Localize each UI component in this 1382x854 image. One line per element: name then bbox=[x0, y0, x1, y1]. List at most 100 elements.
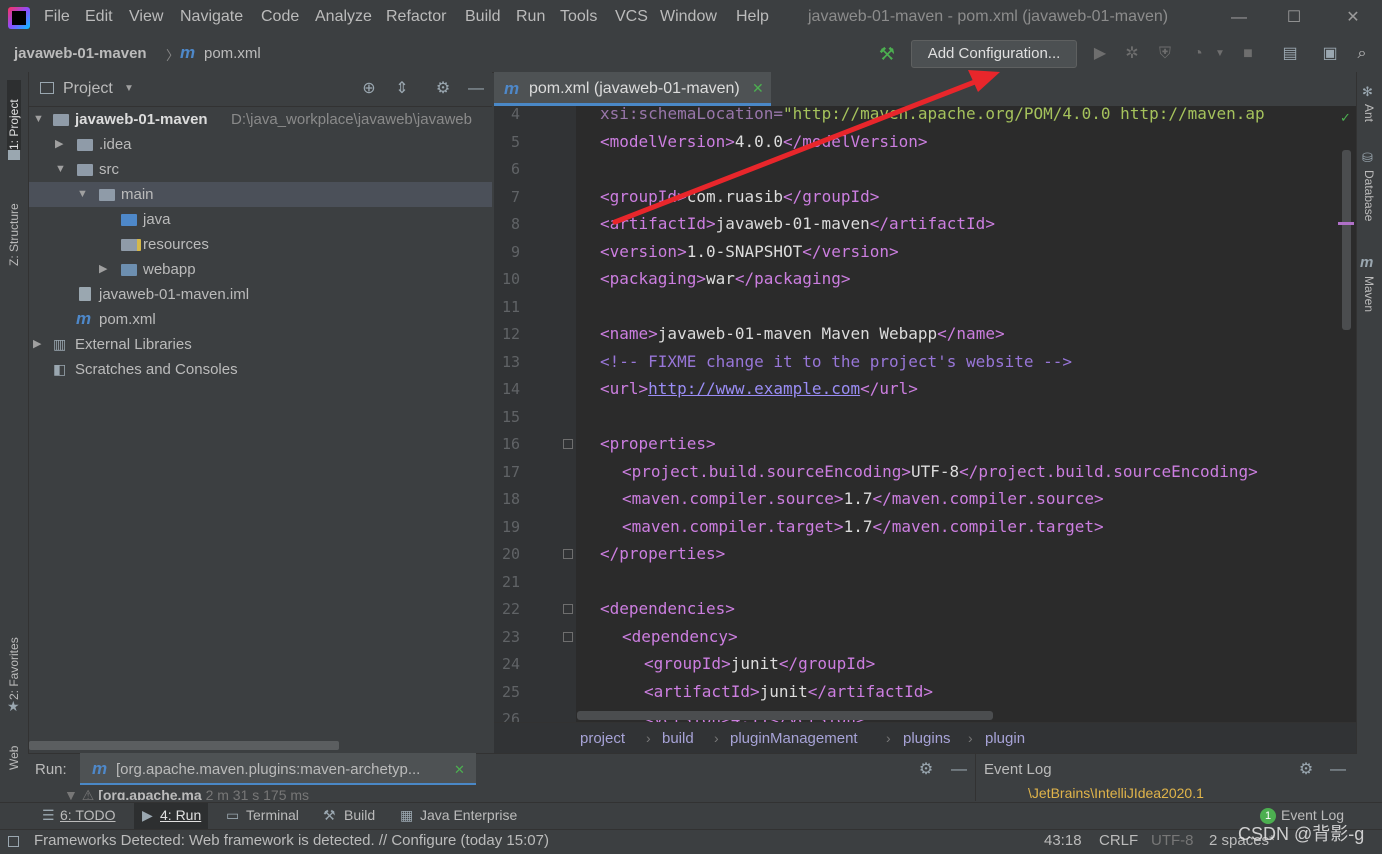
run-tab-label: [org.apache.maven.plugins:maven-archetyp… bbox=[116, 761, 421, 778]
menu-vcs[interactable]: VCS bbox=[615, 8, 648, 26]
collapse-all-icon[interactable]: ⇕ bbox=[392, 79, 412, 99]
vertical-scrollbar[interactable] bbox=[1342, 150, 1351, 330]
crumb-plugin[interactable]: plugin bbox=[985, 730, 1025, 747]
fold-marker-icon[interactable] bbox=[563, 549, 573, 559]
fold-marker-icon[interactable] bbox=[563, 632, 573, 642]
build-hammer-icon[interactable]: ⚒ bbox=[877, 44, 897, 64]
close-window-icon[interactable]: ✕ bbox=[1341, 6, 1365, 30]
tool-window-favorites[interactable]: 2: Favorites bbox=[7, 620, 21, 700]
tree-item-root[interactable]: ▼ javaweb-01-maven D:\java_workplace\jav… bbox=[29, 107, 492, 132]
run-anything-icon[interactable]: ▣ bbox=[1320, 44, 1340, 64]
hide-panel-icon[interactable]: — bbox=[466, 79, 486, 99]
minimize-icon[interactable]: — bbox=[1227, 6, 1251, 30]
hide-run-icon[interactable]: — bbox=[949, 760, 969, 780]
debug-icon[interactable]: ✲ bbox=[1122, 44, 1142, 64]
horizontal-scrollbar[interactable] bbox=[29, 741, 339, 750]
tree-item-external-libraries[interactable]: ▶ ▥ External Libraries bbox=[29, 332, 492, 357]
close-run-tab-icon[interactable]: ✕ bbox=[454, 762, 465, 778]
collapsed-arrow-icon[interactable]: ▶ bbox=[55, 132, 63, 157]
caret-position[interactable]: 43:18 bbox=[1044, 832, 1082, 849]
menu-help[interactable]: Help bbox=[736, 8, 769, 26]
code-line-22: <dependencies> bbox=[600, 599, 735, 618]
tree-item-pom[interactable]: m pom.xml bbox=[29, 307, 492, 332]
example-url-link[interactable]: http://www.example.com bbox=[648, 379, 860, 398]
line-number: 7 bbox=[510, 188, 520, 206]
project-structure-icon[interactable]: ▤ bbox=[1280, 44, 1300, 64]
tool-window-structure[interactable]: Z: Structure bbox=[7, 186, 21, 266]
tool-window-java-enterprise[interactable]: Java Enterprise bbox=[420, 807, 517, 823]
tool-window-project[interactable]: 1: Project bbox=[7, 80, 21, 150]
menu-analyze[interactable]: Analyze bbox=[315, 8, 372, 26]
status-message[interactable]: Frameworks Detected: Web framework is de… bbox=[34, 832, 549, 849]
run-icon[interactable]: ▶ bbox=[1090, 44, 1110, 64]
breadcrumb-file[interactable]: pom.xml bbox=[204, 45, 261, 62]
tool-window-maven[interactable]: Maven bbox=[1362, 276, 1376, 320]
menu-refactor[interactable]: Refactor bbox=[386, 8, 446, 26]
line-separator[interactable]: CRLF bbox=[1099, 832, 1138, 849]
tree-item-resources[interactable]: resources bbox=[29, 232, 492, 257]
maximize-icon[interactable]: ☐ bbox=[1282, 6, 1306, 30]
tree-item-scratches[interactable]: ◧ Scratches and Consoles bbox=[29, 357, 492, 382]
line-number: 17 bbox=[501, 463, 520, 481]
menu-window[interactable]: Window bbox=[660, 8, 717, 26]
gear-icon[interactable]: ⚙ bbox=[433, 79, 453, 99]
stop-icon[interactable]: ■ bbox=[1238, 44, 1258, 64]
fold-marker-icon[interactable] bbox=[563, 439, 573, 449]
search-everywhere-icon[interactable]: ⌕ bbox=[1352, 44, 1372, 64]
tree-item-webapp[interactable]: ▶ webapp bbox=[29, 257, 492, 282]
hide-event-log-icon[interactable]: — bbox=[1328, 760, 1348, 780]
fold-marker-icon[interactable] bbox=[563, 604, 573, 614]
tree-item-src[interactable]: ▼ src bbox=[29, 157, 492, 182]
run-settings-gear-icon[interactable]: ⚙ bbox=[916, 760, 936, 780]
source-folder-icon bbox=[121, 214, 137, 226]
event-log-gear-icon[interactable]: ⚙ bbox=[1296, 760, 1316, 780]
breadcrumb-separator: 〉 bbox=[166, 48, 180, 63]
menu-navigate[interactable]: Navigate bbox=[180, 8, 243, 26]
inspection-ok-icon[interactable]: ✓ bbox=[1340, 110, 1351, 126]
tool-window-ant[interactable]: Ant bbox=[1362, 104, 1376, 130]
tool-window-terminal[interactable]: Terminal bbox=[246, 807, 299, 823]
crumb-pluginmanagement[interactable]: pluginManagement bbox=[730, 730, 858, 747]
toggle-tool-windows-icon[interactable] bbox=[8, 836, 19, 847]
tree-item-main[interactable]: ▼ main bbox=[29, 182, 492, 207]
tool-window-database[interactable]: Database bbox=[1362, 170, 1376, 230]
tree-item-idea[interactable]: ▶ .idea bbox=[29, 132, 492, 157]
project-panel-title[interactable]: Project bbox=[63, 80, 113, 98]
menu-edit[interactable]: Edit bbox=[85, 8, 113, 26]
profile-dropdown-icon[interactable]: ▼ bbox=[1210, 44, 1230, 64]
menu-code[interactable]: Code bbox=[261, 8, 299, 26]
tool-window-todo[interactable]: 6: TODO bbox=[60, 807, 116, 823]
maven-tool-icon: m bbox=[1360, 254, 1374, 271]
locate-file-icon[interactable]: ⊕ bbox=[359, 79, 379, 99]
menu-view[interactable]: View bbox=[129, 8, 163, 26]
expand-arrow-icon[interactable]: ▼ bbox=[33, 107, 44, 132]
menu-run[interactable]: Run bbox=[516, 8, 545, 26]
maven-run-icon: m bbox=[92, 759, 108, 778]
collapsed-arrow-icon[interactable]: ▶ bbox=[33, 332, 41, 357]
coverage-icon[interactable]: ⛨ bbox=[1155, 44, 1175, 64]
collapsed-arrow-icon[interactable]: ▶ bbox=[99, 257, 107, 282]
tree-item-iml[interactable]: javaweb-01-maven.iml bbox=[29, 282, 492, 307]
editor-horizontal-scrollbar[interactable] bbox=[577, 711, 993, 720]
tool-window-run[interactable]: 4: Run bbox=[160, 807, 201, 823]
crumb-plugins[interactable]: plugins bbox=[903, 730, 951, 747]
tree-item-java[interactable]: java bbox=[29, 207, 492, 232]
expand-arrow-icon[interactable]: ▼ bbox=[77, 182, 88, 207]
crumb-project[interactable]: project bbox=[580, 730, 625, 747]
profile-icon[interactable]: ◔ bbox=[1188, 44, 1208, 64]
code-line-10: <packaging>war</packaging> bbox=[600, 269, 851, 288]
menu-file[interactable]: File bbox=[44, 8, 70, 26]
breadcrumb-project[interactable]: javaweb-01-maven bbox=[14, 45, 147, 62]
run-tree-row[interactable]: ▼ ⚠ [org.apache.ma 2 m 31 s 175 ms bbox=[64, 787, 940, 800]
tool-window-web[interactable]: Web bbox=[7, 738, 21, 770]
file-encoding[interactable]: UTF-8 bbox=[1151, 832, 1194, 849]
menu-tools[interactable]: Tools bbox=[560, 8, 597, 26]
tool-window-build[interactable]: Build bbox=[344, 807, 375, 823]
line-number: 4 bbox=[510, 105, 520, 123]
add-configuration-button[interactable]: Add Configuration... bbox=[911, 40, 1077, 68]
expand-arrow-icon[interactable]: ▼ bbox=[55, 157, 66, 182]
close-tab-icon[interactable]: ✕ bbox=[752, 80, 764, 97]
menu-build[interactable]: Build bbox=[465, 8, 501, 26]
crumb-build[interactable]: build bbox=[662, 730, 694, 747]
chevron-down-icon[interactable]: ▼ bbox=[124, 83, 134, 94]
